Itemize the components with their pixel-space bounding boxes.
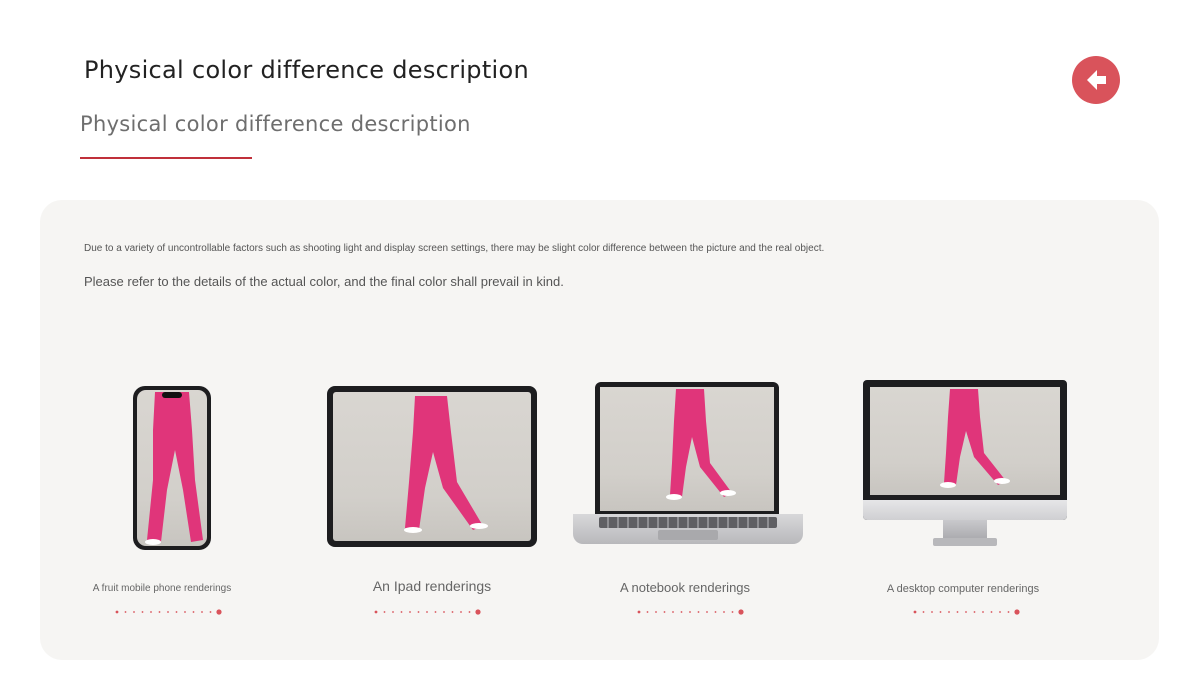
- desktop-caption: A desktop computer renderings: [886, 583, 1040, 595]
- product-image: [940, 389, 1010, 488]
- notebook-caption: A notebook renderings: [619, 580, 751, 595]
- product-image: [145, 392, 203, 545]
- ipad-caption: An Ipad renderings: [372, 578, 492, 594]
- phone-device: [133, 386, 211, 550]
- dot: [209, 611, 212, 613]
- arrow-left-icon: [1087, 70, 1106, 90]
- dot-divider: [115, 609, 222, 615]
- dot: [409, 611, 411, 613]
- dot: [956, 611, 959, 613]
- dot: [689, 611, 691, 613]
- dot: [973, 611, 976, 613]
- dot: [443, 611, 445, 613]
- laptop-lid: [595, 382, 779, 516]
- dot: [141, 611, 144, 613]
- actual-color-note: Please refer to the details of the actua…: [84, 274, 564, 289]
- section-title: Physical color difference description: [80, 112, 471, 136]
- dot: [663, 611, 666, 613]
- dot: [922, 611, 925, 613]
- dot: [714, 611, 717, 613]
- dot: [184, 611, 186, 613]
- dot: [434, 611, 437, 613]
- page-title: Physical color difference description: [84, 56, 529, 84]
- dot: [201, 611, 203, 613]
- dot: [706, 611, 708, 613]
- monitor-foot: [933, 538, 997, 546]
- dot: [990, 611, 993, 613]
- product-image: [404, 396, 488, 533]
- dot: [931, 611, 933, 613]
- monitor-chin: [863, 500, 1067, 520]
- desktop-device: [863, 380, 1067, 550]
- dot: [1007, 611, 1010, 613]
- dot: [731, 611, 734, 613]
- back-button[interactable]: [1072, 56, 1120, 104]
- desktop-screen: [870, 387, 1060, 495]
- dot: [999, 611, 1001, 613]
- dot: [426, 611, 428, 613]
- dot: [374, 610, 378, 614]
- dot: [982, 611, 984, 613]
- dot: [939, 611, 942, 613]
- dot: [965, 611, 967, 613]
- dot: [383, 611, 386, 613]
- dot-divider: [374, 609, 481, 615]
- dot: [124, 611, 127, 613]
- dot: [175, 611, 178, 613]
- dot: [192, 611, 195, 613]
- dot: [216, 609, 222, 615]
- laptop-keyboard: [599, 517, 777, 528]
- dot: [697, 611, 700, 613]
- dot: [451, 611, 454, 613]
- laptop-device: [573, 382, 803, 546]
- dot: [680, 611, 683, 613]
- laptop-screen: [600, 387, 774, 511]
- dot: [468, 611, 471, 613]
- monitor: [863, 380, 1067, 520]
- monitor-stand: [943, 520, 987, 540]
- dot: [158, 611, 161, 613]
- dot: [948, 611, 950, 613]
- laptop-base: [573, 514, 803, 544]
- dot: [637, 610, 641, 614]
- color-difference-note: Due to a variety of uncontrollable facto…: [84, 243, 825, 254]
- dot: [475, 609, 481, 615]
- phone-screen: [137, 390, 207, 546]
- dot: [392, 611, 394, 613]
- dot-divider: [637, 609, 744, 615]
- dot: [1014, 609, 1020, 615]
- laptop-trackpad: [658, 530, 718, 540]
- dot: [133, 611, 135, 613]
- dot: [723, 611, 725, 613]
- color-difference-panel: Due to a variety of uncontrollable facto…: [40, 200, 1159, 660]
- dot: [167, 611, 169, 613]
- dot: [400, 611, 403, 613]
- phone-caption: A fruit mobile phone renderings: [92, 583, 232, 594]
- dot-divider: [913, 609, 1020, 615]
- dot: [115, 610, 119, 614]
- dot: [913, 610, 917, 614]
- dot: [738, 609, 744, 615]
- ipad-device: [327, 386, 537, 547]
- dot: [655, 611, 657, 613]
- section-title-underline: [80, 157, 252, 159]
- dot: [417, 611, 420, 613]
- dot: [672, 611, 674, 613]
- dot: [150, 611, 152, 613]
- dot: [460, 611, 462, 613]
- dot: [646, 611, 649, 613]
- ipad-screen: [333, 392, 531, 541]
- product-image: [666, 389, 736, 500]
